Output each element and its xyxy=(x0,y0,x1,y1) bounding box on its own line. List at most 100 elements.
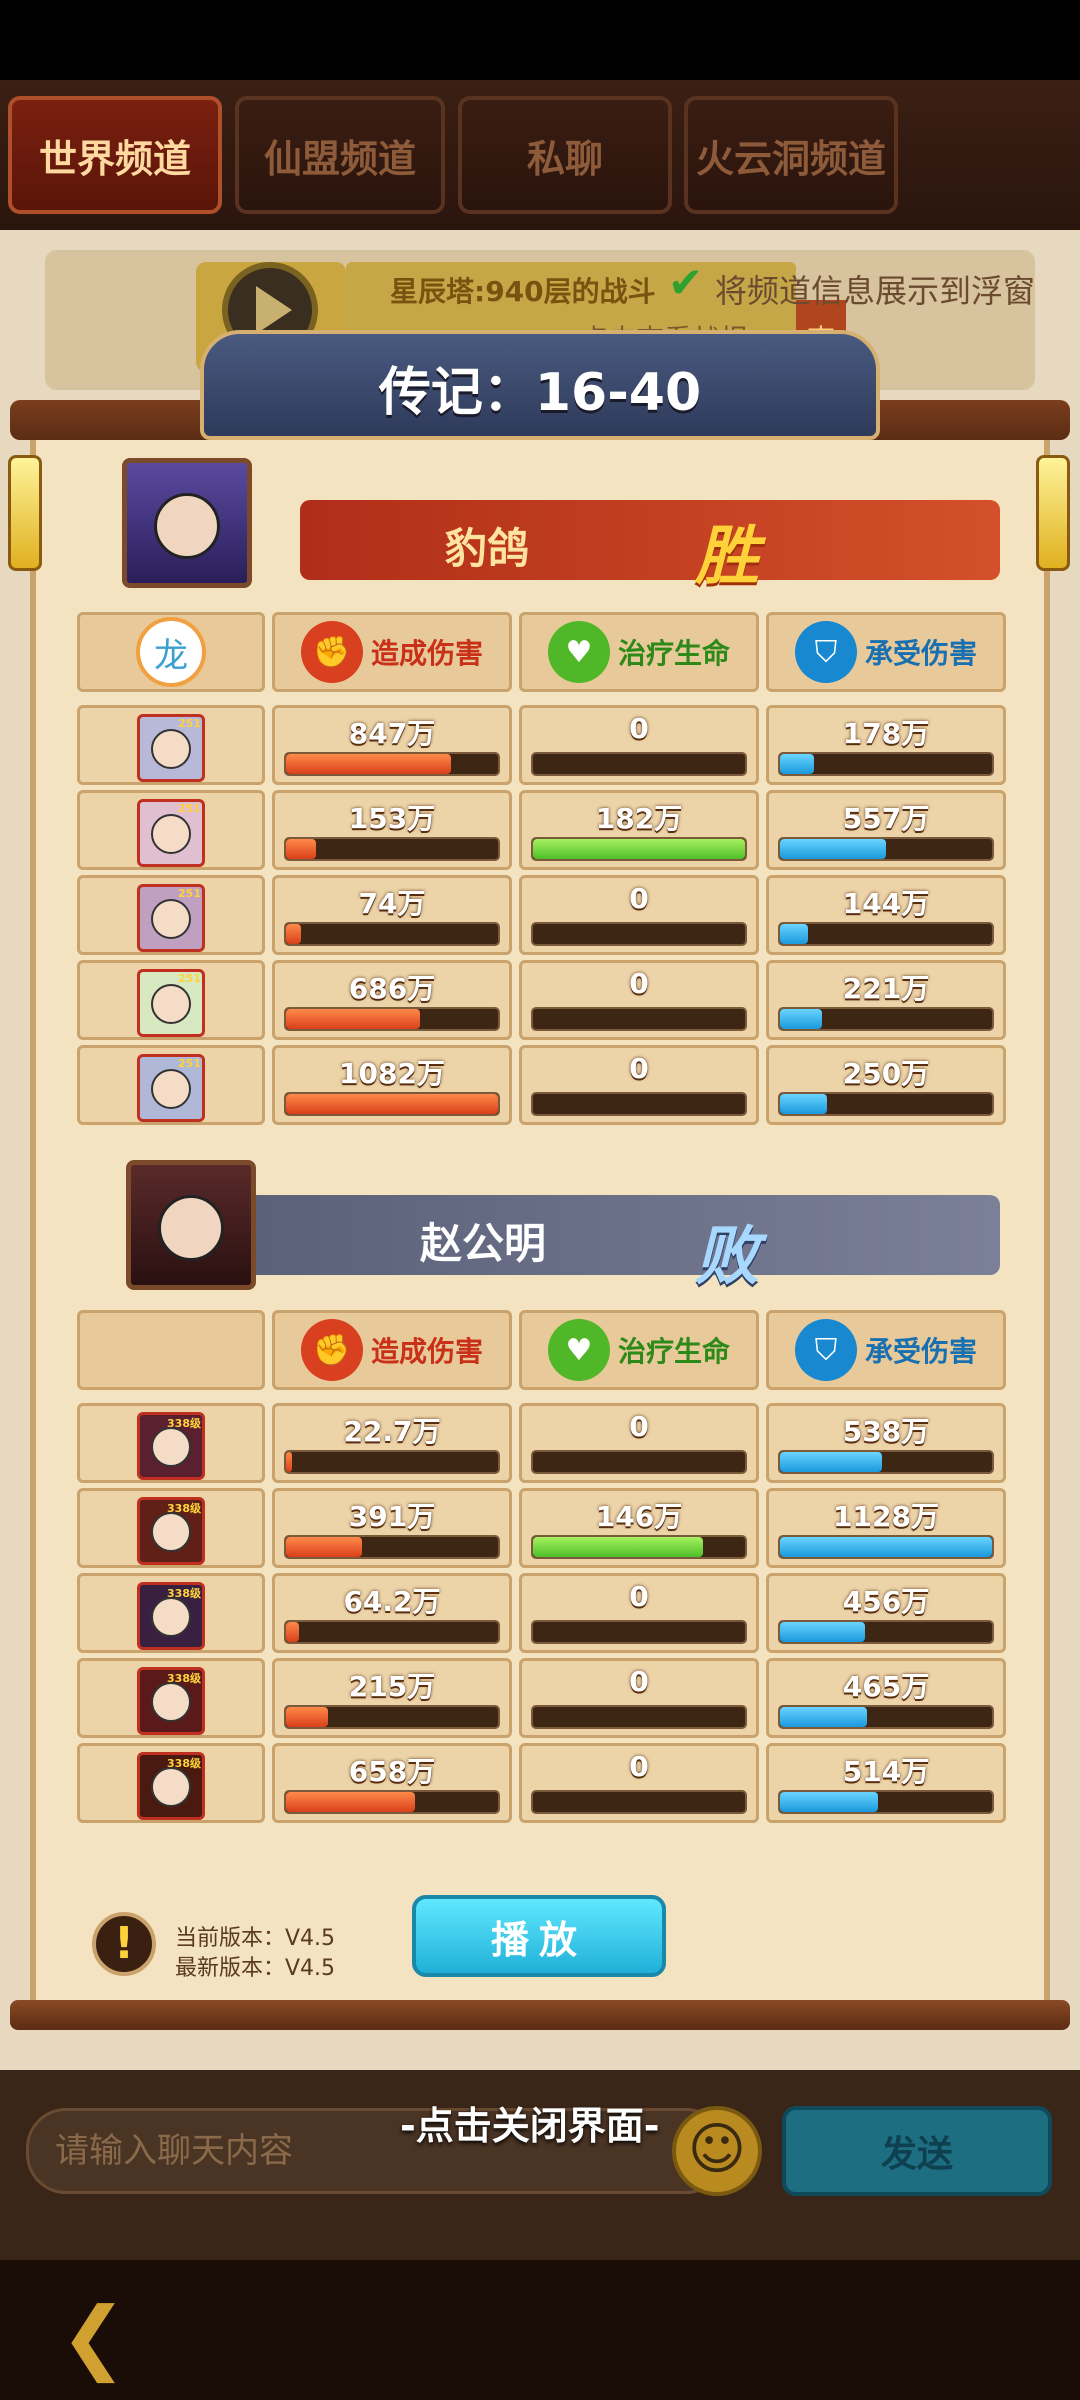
hero-portrait[interactable]: 251 xyxy=(137,1054,205,1122)
fist-icon: ✊ xyxy=(300,621,363,683)
damage-taken-value: 456万 xyxy=(842,1585,930,1618)
damage-taken-bar-fill xyxy=(780,1009,823,1029)
hero-level: 338级 xyxy=(167,1587,201,1600)
header-label: 造成伤害 xyxy=(370,1335,483,1368)
bottom-nav xyxy=(0,2260,1080,2400)
header-healing: ♥ 治疗生命 xyxy=(519,612,759,692)
back-arrow-icon[interactable]: ❮ xyxy=(60,2290,127,2383)
damage-dealt-cell: 22.7万 xyxy=(272,1403,512,1483)
damage-taken-cell: 538万 xyxy=(766,1403,1006,1483)
damage-dealt-bar xyxy=(284,1092,500,1116)
hero-level: 338级 xyxy=(167,1502,201,1515)
check-icon[interactable]: ✔ xyxy=(668,258,703,307)
healing-bar xyxy=(531,922,747,946)
hero-portrait[interactable]: 251 xyxy=(137,969,205,1037)
hero-portrait[interactable]: 338级 xyxy=(137,1582,205,1650)
healing-value: 0 xyxy=(629,1750,649,1783)
avatar xyxy=(151,1597,191,1637)
header-damage-taken: ⛉ 承受伤害 xyxy=(766,612,1006,692)
warning-icon[interactable]: ! xyxy=(92,1912,156,1976)
healing-bar xyxy=(531,752,747,776)
healing-bar xyxy=(531,1705,747,1729)
damage-dealt-value: 153万 xyxy=(348,802,436,835)
close-hint[interactable]: -点击关闭界面- xyxy=(400,2095,660,2150)
hero-portrait[interactable]: 251 xyxy=(137,799,205,867)
damage-taken-cell: 557万 xyxy=(766,790,1006,870)
damage-dealt-value: 847万 xyxy=(348,717,436,750)
damage-taken-value: 144万 xyxy=(842,887,930,920)
damage-taken-value: 514万 xyxy=(842,1755,930,1788)
hero-cell: 338级 xyxy=(77,1743,265,1823)
tab-alliance-channel[interactable]: 仙盟频道 xyxy=(235,96,445,214)
hero-cell: 251 xyxy=(77,1045,265,1125)
hero-cell: 251 xyxy=(77,705,265,785)
damage-taken-cell: 144万 xyxy=(766,875,1006,955)
damage-taken-bar xyxy=(778,1092,994,1116)
hero-portrait[interactable]: 338级 xyxy=(137,1412,205,1480)
healing-bar-fill xyxy=(533,839,745,859)
damage-taken-bar xyxy=(778,922,994,946)
table-row: 251 153万 182万 557万 xyxy=(0,790,1080,870)
header-healing: ♥ 治疗生命 xyxy=(519,1310,759,1390)
damage-taken-bar-fill xyxy=(780,839,886,859)
table-row: 251 686万 0 221万 xyxy=(0,960,1080,1040)
play-button[interactable]: 播放 xyxy=(412,1895,666,1977)
tab-world-channel[interactable]: 世界频道 xyxy=(8,96,222,214)
damage-taken-value: 221万 xyxy=(842,972,930,1005)
header-label: 治疗生命 xyxy=(617,637,730,670)
healing-value: 0 xyxy=(629,1052,649,1085)
damage-dealt-cell: 686万 xyxy=(272,960,512,1040)
header-label: 造成伤害 xyxy=(370,637,483,670)
avatar xyxy=(151,1427,191,1467)
healing-bar xyxy=(531,1535,747,1559)
healing-bar xyxy=(531,1007,747,1031)
send-button[interactable]: 发送 xyxy=(782,2106,1052,2196)
healing-cell: 146万 xyxy=(519,1488,759,1568)
healing-cell: 0 xyxy=(519,1658,759,1738)
damage-dealt-bar-fill xyxy=(286,1094,498,1114)
status-bar xyxy=(0,0,1080,80)
damage-dealt-cell: 153万 xyxy=(272,790,512,870)
float-window-option-label[interactable]: 将频道信息展示到浮窗 xyxy=(715,266,1035,312)
damage-dealt-bar xyxy=(284,837,500,861)
healing-bar xyxy=(531,837,747,861)
damage-dealt-bar-fill xyxy=(286,1537,363,1557)
winner-captain-avatar[interactable] xyxy=(122,458,252,588)
latest-version: 最新版本：V4.5 xyxy=(175,1956,336,1981)
avatar xyxy=(151,1767,191,1807)
smiley-icon[interactable]: ☺ xyxy=(672,2106,762,2196)
damage-taken-bar-fill xyxy=(780,1707,867,1727)
damage-dealt-value: 1082万 xyxy=(339,1057,445,1090)
hero-portrait[interactable]: 338级 xyxy=(137,1497,205,1565)
tab-fire-cloud-channel[interactable]: 火云洞频道 xyxy=(684,96,898,214)
channel-tab-bar: 世界频道 仙盟频道 私聊 火云洞频道 xyxy=(0,80,1080,230)
damage-dealt-cell: 64.2万 xyxy=(272,1573,512,1653)
healing-value: 0 xyxy=(629,967,649,1000)
hero-portrait[interactable]: 251 xyxy=(137,714,205,782)
avatar xyxy=(151,899,191,939)
play-button-label: 播放 xyxy=(490,1917,587,1962)
header-label: 治疗生命 xyxy=(617,1335,730,1368)
avatar xyxy=(151,814,191,854)
hero-portrait[interactable]: 338级 xyxy=(137,1667,205,1735)
damage-taken-cell: 456万 xyxy=(766,1573,1006,1653)
win-result-label: 胜 xyxy=(695,520,759,594)
hero-portrait[interactable]: 251 xyxy=(137,884,205,952)
table-row: 251 1082万 0 250万 xyxy=(0,1045,1080,1125)
damage-dealt-bar-fill xyxy=(286,839,316,859)
damage-taken-bar xyxy=(778,1620,994,1644)
hero-cell: 338级 xyxy=(77,1488,265,1568)
table-row: 338级 64.2万 0 456万 xyxy=(0,1573,1080,1653)
healing-cell: 0 xyxy=(519,1045,759,1125)
damage-taken-value: 178万 xyxy=(842,717,930,750)
damage-dealt-cell: 391万 xyxy=(272,1488,512,1568)
damage-taken-bar-fill xyxy=(780,1792,878,1812)
tab-private-chat[interactable]: 私聊 xyxy=(458,96,672,214)
avatar xyxy=(151,984,191,1024)
table-row: 251 74万 0 144万 xyxy=(0,875,1080,955)
damage-taken-cell: 250万 xyxy=(766,1045,1006,1125)
hero-portrait[interactable]: 338级 xyxy=(137,1752,205,1820)
send-button-label: 发送 xyxy=(880,2134,953,2175)
damage-dealt-bar xyxy=(284,922,500,946)
loser-captain-avatar[interactable] xyxy=(126,1160,256,1290)
